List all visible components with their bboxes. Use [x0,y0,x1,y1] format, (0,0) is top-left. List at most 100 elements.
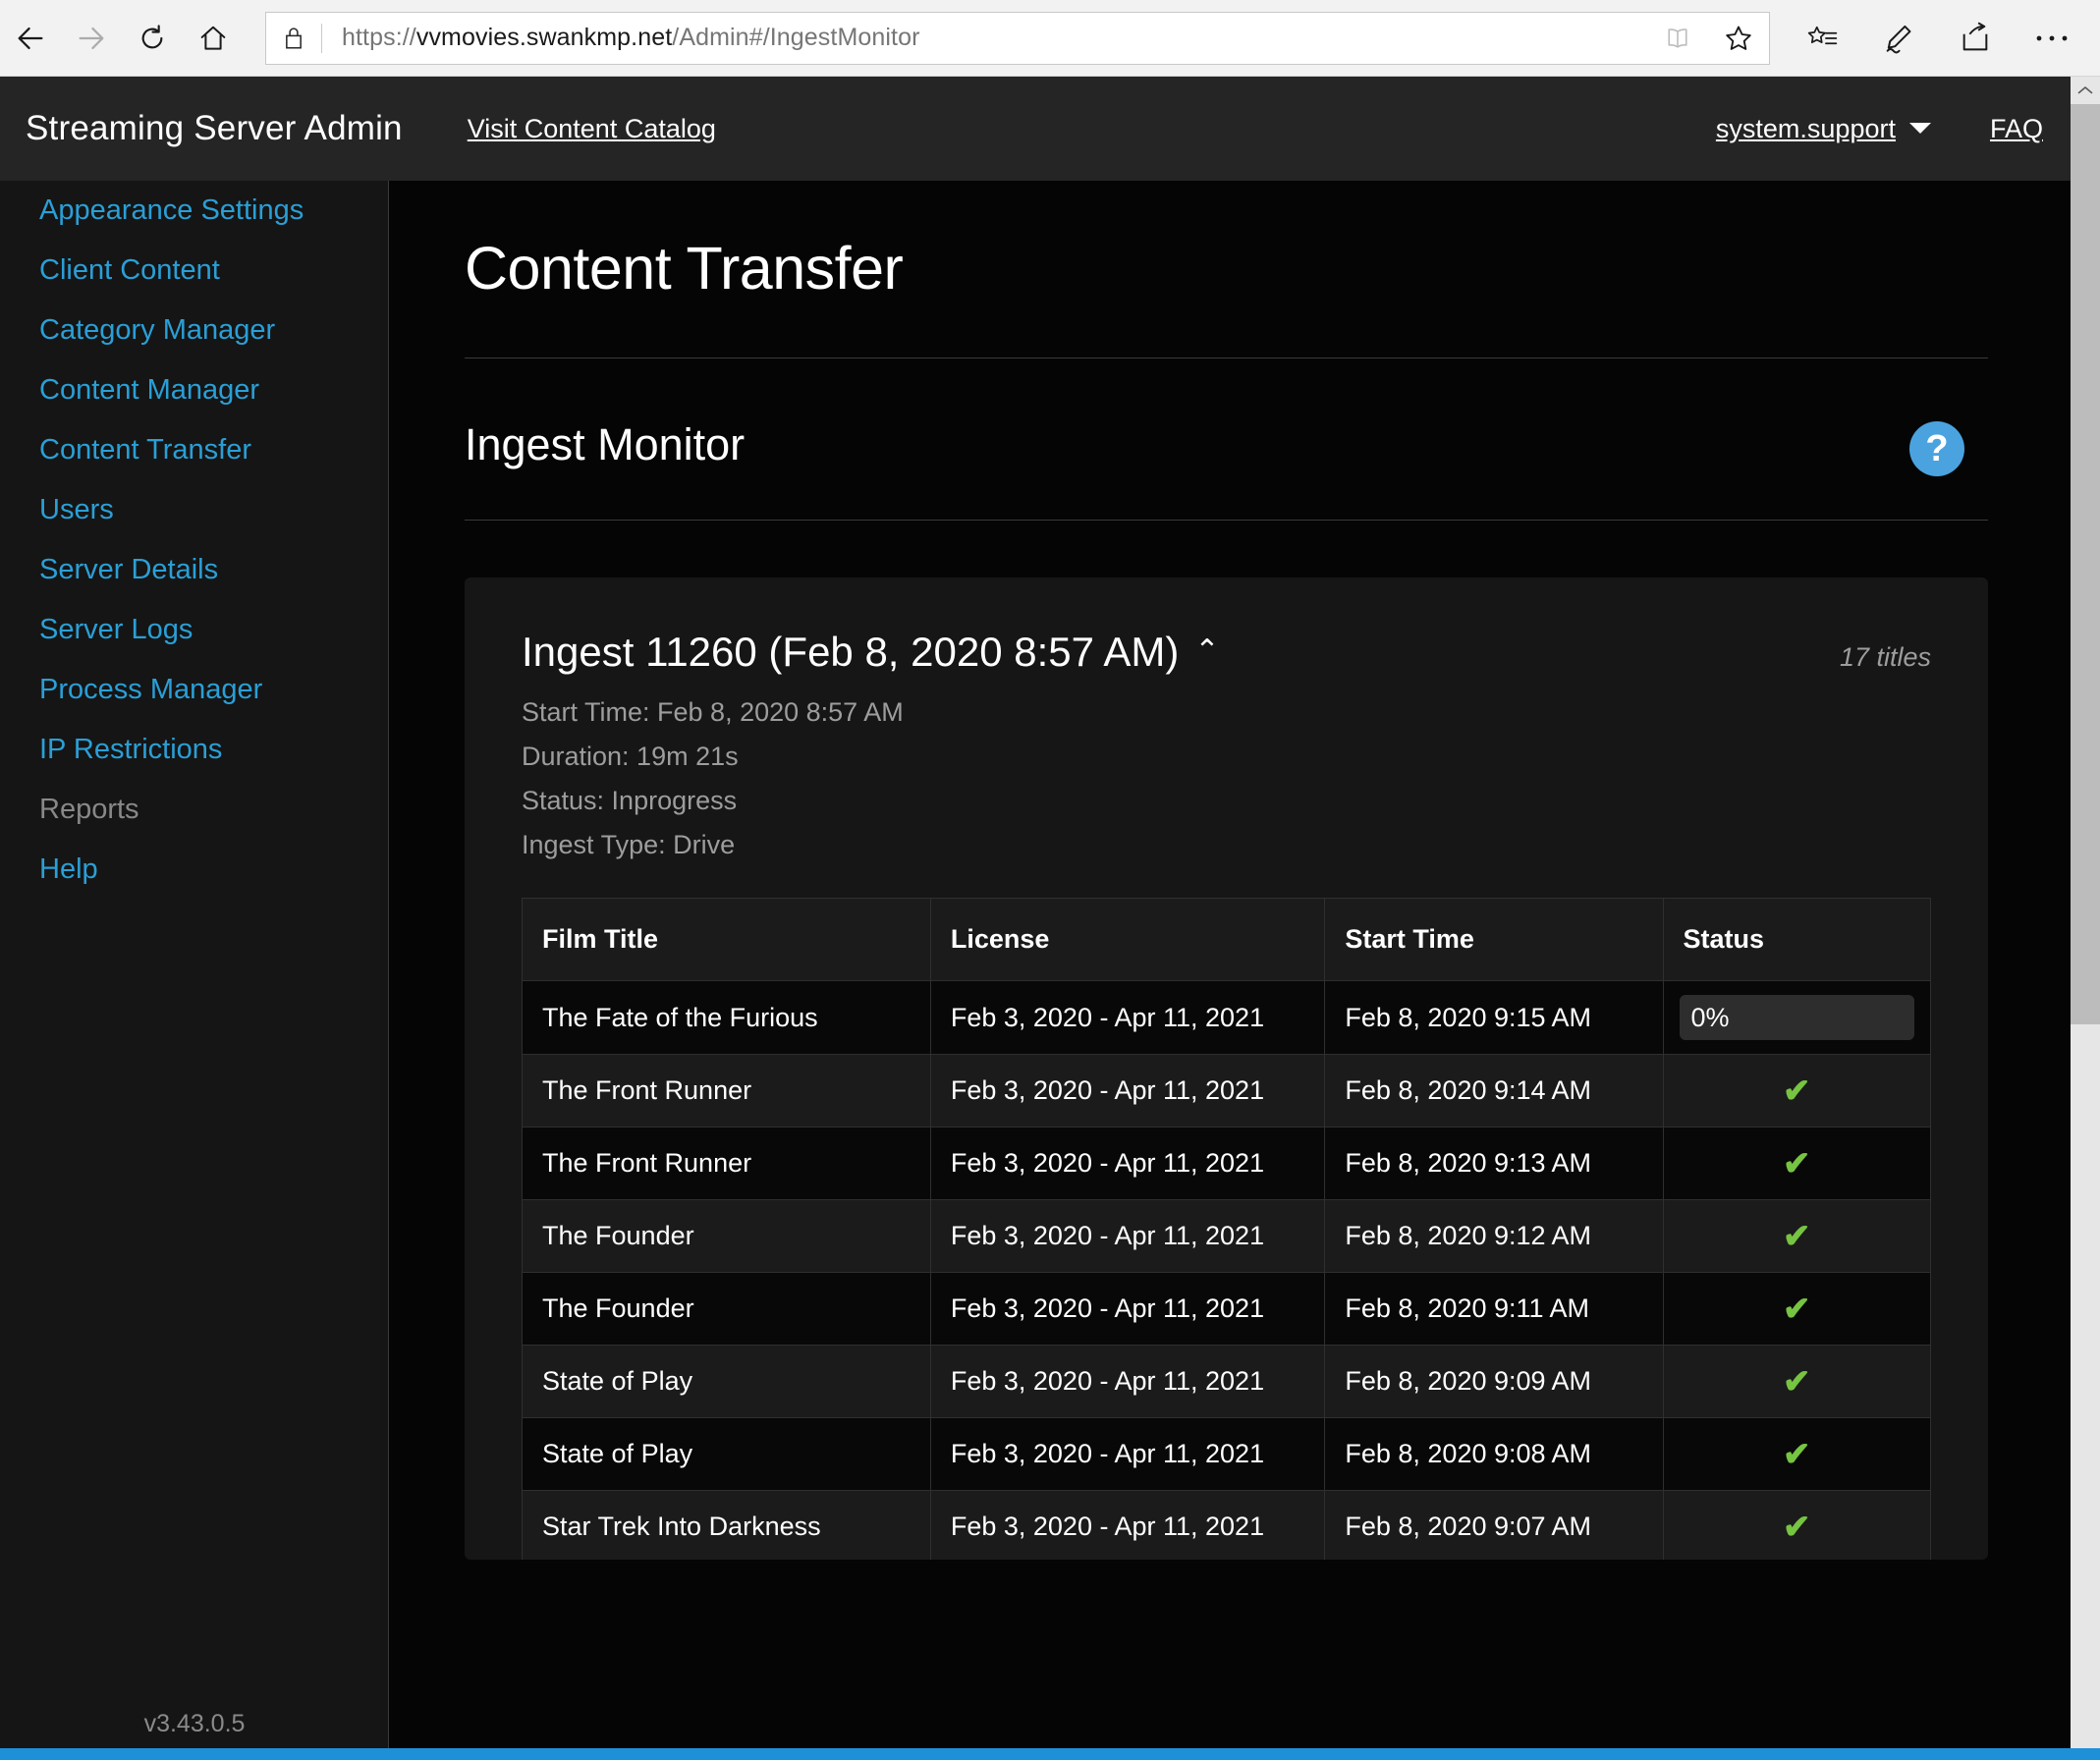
cell-start: Feb 8, 2020 9:14 AM [1324,1054,1664,1128]
sidebar-item-server-details[interactable]: Server Details [0,540,388,600]
ingest-meta-line: Status: Inprogress [522,786,738,815]
user-menu[interactable]: system.support [1716,114,1931,144]
check-icon: ✔ [1783,1072,1811,1110]
table-body: The Fate of the Furious Feb 3, 2020 - Apr… [522,980,1932,1560]
cell-license: Feb 3, 2020 - Apr 11, 2021 [929,1417,1326,1491]
main-content: Content Transfer ? Ingest Monitor Ingest… [390,181,2071,1760]
pen-icon[interactable] [1860,8,1937,69]
book-icon[interactable] [1647,13,1708,64]
address-bar[interactable]: https://vvmovies.swankmp.net/Admin#/Inge… [265,11,1770,65]
cell-title: The Front Runner [522,1127,931,1200]
table-header-row: Film Title License Start Time Status [522,898,1932,981]
title-count-label: 17 titles [1839,642,1931,672]
cell-title: The Front Runner [522,1054,931,1128]
cell-start: Feb 8, 2020 9:11 AM [1324,1272,1664,1346]
taskbar-strip [0,1748,2100,1760]
cell-status: ✔ [1662,1054,1932,1128]
table-row: The Founder Feb 3, 2020 - Apr 11, 2021 Feb… [522,1272,1932,1346]
forward-arrow-icon[interactable] [61,8,122,69]
cell-title: State of Play [522,1345,931,1418]
scroll-up-arrow-icon[interactable] [2071,77,2100,104]
cell-license: Feb 3, 2020 - Apr 11, 2021 [929,980,1326,1055]
check-icon: ✔ [1783,1290,1811,1328]
divider-section [465,520,1988,521]
column-header-license: License [929,898,1326,981]
refresh-icon[interactable] [122,8,183,69]
ingest-card: Ingest 11260 (Feb 8, 2020 8:57 AM) ⌃ 17 t… [465,578,1988,1560]
vertical-scrollbar[interactable] [2071,77,2100,1760]
app-version: v3.43.0.5 [143,1710,246,1737]
share-icon[interactable] [1937,8,2014,69]
back-arrow-icon[interactable] [0,8,61,69]
sidebar-item-users[interactable]: Users [0,480,388,540]
sidebar-item-reports: Reports [39,794,139,825]
chevron-up-icon: ⌃ [1194,634,1220,667]
ingest-meta-line: Ingest Type: Drive [522,830,736,859]
cell-title: The Founder [522,1199,931,1273]
url-text[interactable]: https://vvmovies.swankmp.net/Admin#/Inge… [322,24,1647,52]
table-head: Film Title License Start Time Status [522,898,1932,981]
cell-title: The Founder [522,1272,931,1346]
cell-license: Feb 3, 2020 - Apr 11, 2021 [929,1127,1326,1200]
column-header-film-title: Film Title [522,898,931,981]
ingest-meta-block: Start Time: Feb 8, 2020 8:57 AM Duration:… [522,697,1931,860]
sidebar-nav: Appearance Settings Client Content Categor… [0,181,389,1760]
sidebar-item-process-manager[interactable]: Process Manager [0,660,388,720]
cell-status: ✔ [1662,1417,1932,1491]
check-icon: ✔ [1783,1144,1811,1182]
cell-start: Feb 8, 2020 9:12 AM [1324,1199,1664,1273]
column-header-start-time: Start Time [1324,898,1664,981]
cell-title: State of Play [522,1417,931,1491]
sidebar-item-category-manager[interactable]: Category Manager [0,301,388,360]
help-icon[interactable]: ? [1909,421,1964,476]
cell-status: ✔ [1662,1272,1932,1346]
cell-start: Feb 8, 2020 9:07 AM [1324,1490,1664,1560]
home-icon[interactable] [183,8,244,69]
app-header: Streaming Server Admin Visit Content Cat… [0,77,2071,181]
sidebar-item-content-manager[interactable]: Content Manager [0,360,388,420]
sidebar-item-client-content[interactable]: Client Content [0,241,388,301]
lock-icon [266,26,321,51]
table-row: The Founder Feb 3, 2020 - Apr 11, 2021 Feb… [522,1199,1932,1273]
sidebar-item-ip-restrictions[interactable]: IP Restrictions [0,720,388,780]
section-title: Ingest Monitor [465,419,746,469]
favorites-hub-icon[interactable] [1784,8,1860,69]
chevron-down-icon [1908,122,1931,134]
column-header-status: Status [1662,898,1932,981]
url-path: /Admin#/IngestMonitor [672,24,920,51]
check-icon: ✔ [1783,1508,1811,1546]
browser-toolbar: https://vvmovies.swankmp.net/Admin#/Inge… [0,0,2100,77]
cell-license: Feb 3, 2020 - Apr 11, 2021 [929,1272,1326,1346]
url-domain: vvmovies.swankmp.net [415,24,673,51]
url-prefix: https:// [342,24,416,51]
ingest-title-toggle[interactable]: Ingest 11260 (Feb 8, 2020 8:57 AM) ⌃ [522,629,1219,676]
check-icon: ✔ [1783,1217,1811,1255]
sidebar-item-server-logs[interactable]: Server Logs [0,600,388,660]
star-icon[interactable] [1708,13,1769,64]
ellipsis-icon[interactable] [2014,8,2090,69]
table-row: The Front Runner Feb 3, 2020 - Apr 11, 20… [522,1127,1932,1200]
check-icon: ✔ [1783,1435,1811,1473]
cell-start: Feb 8, 2020 9:08 AM [1324,1417,1664,1491]
table-row: Star Trek Into Darkness Feb 3, 2020 - Apr… [522,1490,1932,1560]
table-row: State of Play Feb 3, 2020 - Apr 11, 2021 F… [522,1345,1932,1418]
cell-title: The Fate of the Furious [522,980,931,1055]
progress-bar: 0% [1679,995,1914,1040]
cell-status: ✔ [1662,1345,1932,1418]
scrollbar-thumb[interactable] [2071,104,2100,1024]
app-window: Streaming Server Admin Visit Content Cat… [0,77,2071,1760]
sidebar-item-appearance-settings[interactable]: Appearance Settings [0,181,388,241]
check-icon: ✔ [1783,1362,1811,1401]
cell-license: Feb 3, 2020 - Apr 11, 2021 [929,1490,1326,1560]
cell-license: Feb 3, 2020 - Apr 11, 2021 [929,1054,1326,1128]
cell-status: ✔ [1662,1127,1932,1200]
app-brand: Streaming Server Admin [26,109,403,147]
page-title: Content Transfer [465,235,904,302]
cell-license: Feb 3, 2020 - Apr 11, 2021 [929,1345,1326,1418]
faq-link[interactable]: FAQ [1990,114,2043,144]
sidebar-item-content-transfer[interactable]: Content Transfer [0,420,388,480]
visit-content-catalog-link[interactable]: Visit Content Catalog [468,114,716,144]
table-row: The Front Runner Feb 3, 2020 - Apr 11, 20… [522,1054,1932,1128]
sidebar-item-help[interactable]: Help [0,840,388,900]
cell-start: Feb 8, 2020 9:15 AM [1324,980,1664,1055]
